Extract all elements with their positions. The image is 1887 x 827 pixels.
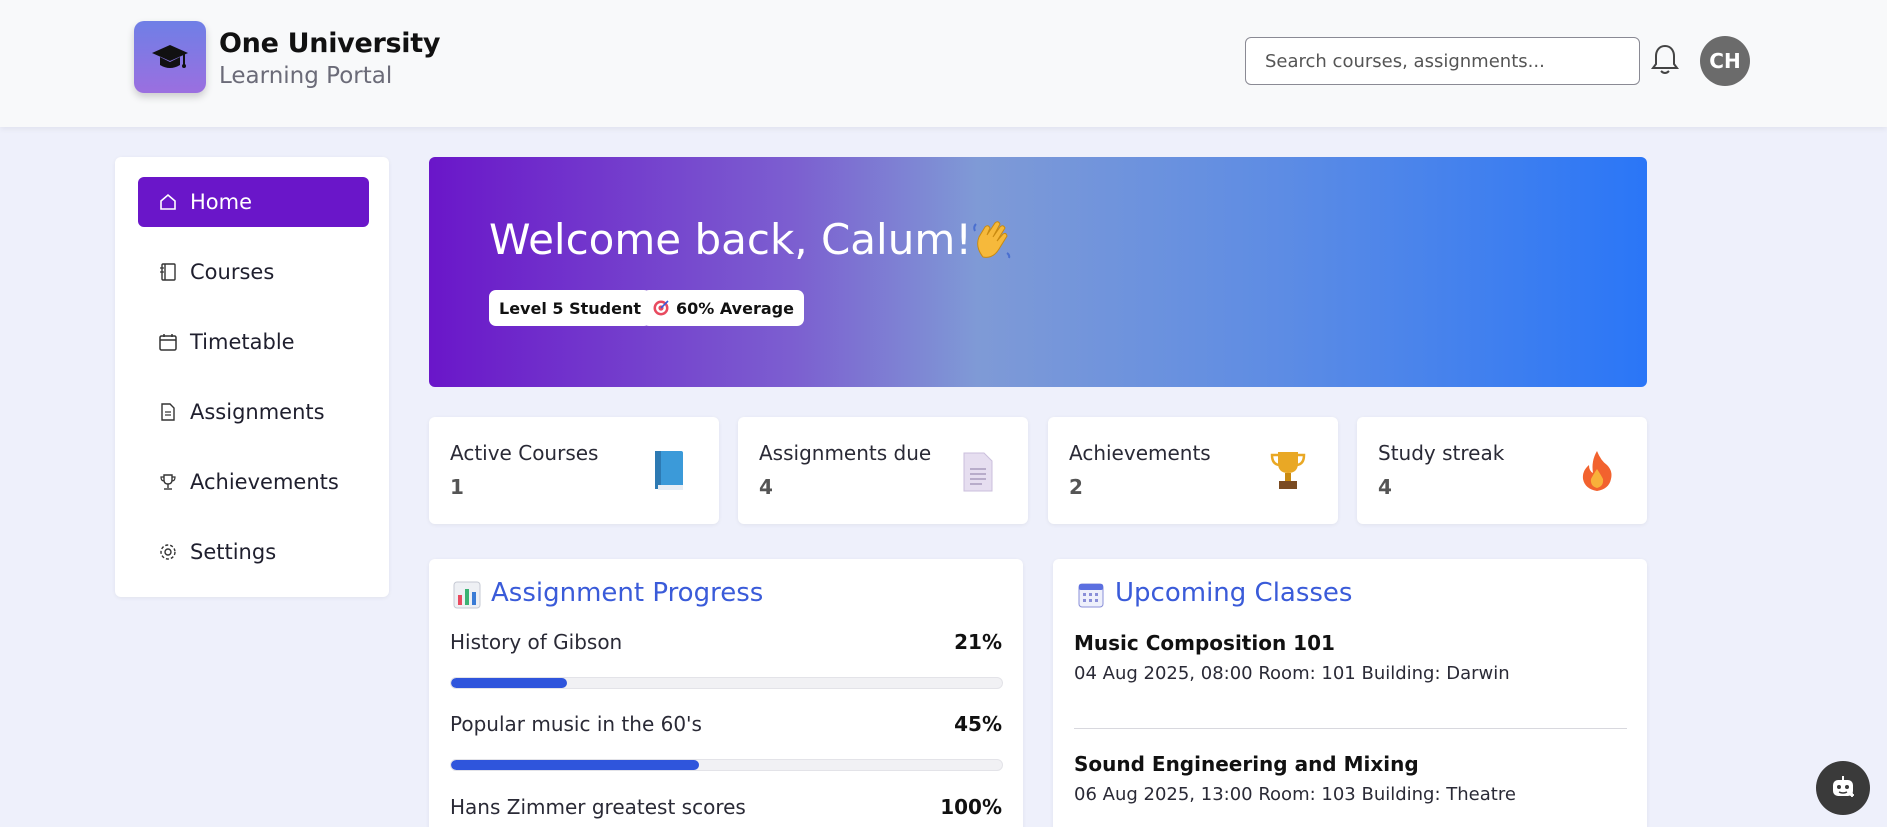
- stat-label: Active Courses: [450, 441, 599, 465]
- stat-value: 4: [759, 475, 773, 499]
- assignment-progress-panel: Assignment Progress History of Gibson 21…: [429, 559, 1023, 827]
- graduation-cap-icon: [152, 45, 188, 68]
- class-name[interactable]: Music Composition 101: [1074, 631, 1335, 655]
- robot-icon: [1833, 776, 1854, 797]
- book-icon: [158, 262, 178, 282]
- stat-card-study-streak[interactable]: Study streak 4: [1357, 417, 1647, 524]
- fire-icon: [1582, 451, 1612, 491]
- assistant-bot-button[interactable]: [1816, 761, 1870, 815]
- page-icon: [963, 452, 993, 492]
- sidebar-item-achievements[interactable]: Achievements: [138, 457, 369, 507]
- stat-value: 1: [450, 475, 464, 499]
- sidebar-item-label: Courses: [190, 260, 275, 284]
- progress-item-name: Popular music in the 60's: [450, 712, 702, 736]
- brand-title: One University: [219, 28, 441, 59]
- progress-item-name: History of Gibson: [450, 630, 623, 654]
- panel-title: Assignment Progress: [491, 578, 764, 608]
- sidebar-item-settings[interactable]: Settings: [138, 527, 369, 577]
- panel-title: Upcoming Classes: [1115, 578, 1353, 608]
- sidebar-item-label: Settings: [190, 540, 277, 564]
- gear-icon: [158, 542, 178, 562]
- target-icon: [653, 300, 669, 316]
- progress-bar-fill: [451, 760, 699, 770]
- average-label: 60% Average: [676, 298, 794, 318]
- level-label: Level 5 Student: [499, 298, 641, 318]
- welcome-title: Welcome back, Calum!: [489, 215, 973, 264]
- class-info: 06 Aug 2025, 13:00 Room: 103 Building: T…: [1074, 784, 1516, 805]
- stat-card-active-courses[interactable]: Active Courses 1: [429, 417, 719, 524]
- progress-item-percent: 100%: [940, 795, 1002, 819]
- home-icon: [158, 192, 178, 212]
- average-badge: 60% Average: [642, 290, 804, 326]
- stat-value: 4: [1378, 475, 1392, 499]
- bell-icon[interactable]: [1650, 43, 1680, 77]
- blue-book-icon: [655, 451, 683, 490]
- search-input[interactable]: [1245, 37, 1640, 85]
- progress-bar: [450, 759, 1003, 771]
- top-header: One University Learning Portal CH: [0, 0, 1887, 127]
- divider: [1074, 728, 1627, 729]
- logo[interactable]: [134, 21, 206, 93]
- sidebar-item-courses[interactable]: Courses: [138, 247, 369, 297]
- trophy-icon: [1270, 452, 1306, 489]
- progress-item-percent: 21%: [954, 630, 1002, 654]
- stat-card-assignments-due[interactable]: Assignments due 4: [738, 417, 1028, 524]
- brand-subtitle: Learning Portal: [219, 63, 393, 89]
- sidebar: Home Courses Timetable Assignments Achie…: [115, 157, 389, 597]
- sidebar-item-home[interactable]: Home: [138, 177, 369, 227]
- class-info: 04 Aug 2025, 08:00 Room: 101 Building: D…: [1074, 663, 1510, 684]
- document-icon: [158, 402, 178, 422]
- sidebar-item-label: Assignments: [190, 400, 325, 424]
- sidebar-item-label: Timetable: [190, 330, 295, 354]
- progress-item-percent: 45%: [954, 712, 1002, 736]
- welcome-banner: Welcome back, Calum! Level 5 Student 60%…: [429, 157, 1647, 387]
- stat-value: 2: [1069, 475, 1083, 499]
- sidebar-item-label: Achievements: [190, 470, 339, 494]
- progress-item-name: Hans Zimmer greatest scores: [450, 795, 746, 819]
- stat-card-achievements[interactable]: Achievements 2: [1048, 417, 1338, 524]
- trophy-icon: [158, 472, 178, 492]
- calendar-icon: [158, 332, 178, 352]
- sidebar-item-assignments[interactable]: Assignments: [138, 387, 369, 437]
- avatar[interactable]: CH: [1700, 36, 1750, 86]
- progress-bar-fill: [451, 678, 567, 688]
- sidebar-item-timetable[interactable]: Timetable: [138, 317, 369, 367]
- class-name[interactable]: Sound Engineering and Mixing: [1074, 752, 1419, 776]
- stat-label: Achievements: [1069, 441, 1211, 465]
- waving-hand-icon: [973, 221, 1011, 259]
- sidebar-item-label: Home: [190, 190, 253, 214]
- upcoming-classes-panel: Upcoming Classes Music Composition 101 0…: [1053, 559, 1647, 827]
- level-badge: Level 5 Student: [489, 290, 651, 326]
- stat-label: Assignments due: [759, 441, 932, 465]
- progress-bar: [450, 677, 1003, 689]
- stat-label: Study streak: [1378, 441, 1505, 465]
- calendar-icon: [1078, 583, 1104, 608]
- bar-chart-icon: [453, 581, 481, 609]
